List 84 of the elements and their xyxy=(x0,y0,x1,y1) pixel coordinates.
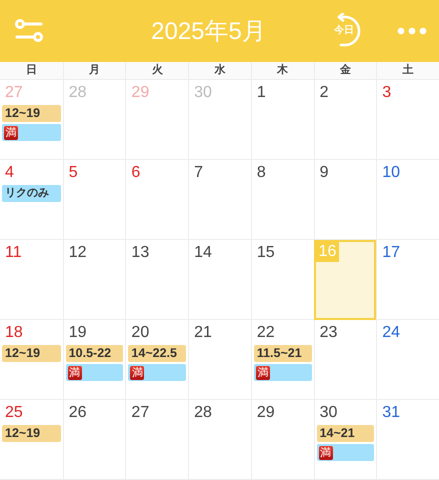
day-cell[interactable]: 14 xyxy=(188,240,251,320)
note-tag: リクのみ xyxy=(2,185,61,202)
day-number: 13 xyxy=(130,243,150,263)
day-cell[interactable]: 10 xyxy=(376,160,439,240)
weekday-label: 火 xyxy=(125,62,188,79)
day-number: 28 xyxy=(193,403,213,423)
day-number: 27 xyxy=(130,403,150,423)
shift-tag: 12~19 xyxy=(2,105,61,122)
day-cell[interactable]: 9 xyxy=(314,160,376,240)
day-cell[interactable]: 21 xyxy=(188,320,251,400)
weekday-label: 木 xyxy=(250,62,314,79)
day-number: 6 xyxy=(130,163,142,183)
day-cell[interactable]: 7 xyxy=(188,160,251,240)
day-cell[interactable]: 2 xyxy=(314,80,376,160)
shift-tag: 10.5-22 xyxy=(66,345,124,362)
day-number: 12 xyxy=(68,243,88,263)
day-cell[interactable]: 19 10.5-22 満 xyxy=(62,320,126,400)
day-cell[interactable]: 30 14~21 満 xyxy=(314,400,376,480)
shift-tag: 12~19 xyxy=(2,425,61,442)
day-cell[interactable]: 26 xyxy=(62,400,126,480)
day-number: 8 xyxy=(256,163,267,183)
day-number: 20 xyxy=(130,323,150,343)
shift-tag: 14~22.5 xyxy=(128,345,186,362)
day-number: 9 xyxy=(318,163,330,183)
day-cell[interactable]: 31 xyxy=(376,400,439,480)
day-number: 15 xyxy=(256,243,276,263)
full-badge: 満 xyxy=(68,366,82,380)
day-number: 29 xyxy=(130,83,150,103)
day-cell[interactable]: 15 xyxy=(250,240,314,320)
day-cell[interactable]: 22 11.5~21 満 xyxy=(250,320,314,400)
day-cell[interactable]: 23 xyxy=(314,320,376,400)
day-cell[interactable]: 13 xyxy=(125,240,188,320)
day-number: 25 xyxy=(4,403,24,423)
day-number: 23 xyxy=(318,323,338,343)
full-badge: 満 xyxy=(318,446,333,460)
day-number: 17 xyxy=(381,243,402,263)
day-number: 7 xyxy=(193,163,204,183)
day-number: 14 xyxy=(193,243,213,263)
day-number: 29 xyxy=(256,403,276,423)
shift-tag: 11.5~21 xyxy=(254,345,312,362)
day-cell[interactable]: 24 xyxy=(376,320,439,400)
day-cell[interactable]: 12 xyxy=(62,240,126,320)
day-cell[interactable]: 3 xyxy=(376,80,439,160)
day-cell[interactable]: 6 xyxy=(125,160,188,240)
weekday-label: 水 xyxy=(188,62,251,79)
day-cell[interactable]: 27 xyxy=(125,400,188,480)
day-number: 27 xyxy=(4,83,24,103)
day-number: 30 xyxy=(193,83,213,103)
day-number: 16 xyxy=(316,242,340,262)
day-cell[interactable]: 5 xyxy=(62,160,126,240)
day-number: 28 xyxy=(68,83,88,103)
full-badge: 満 xyxy=(4,126,18,140)
day-number: 2 xyxy=(318,83,330,103)
day-cell[interactable]: 17 xyxy=(376,240,439,320)
day-number: 31 xyxy=(381,403,402,423)
weekday-label: 土 xyxy=(376,62,439,79)
day-cell[interactable]: 1 xyxy=(250,80,314,160)
settings-icon[interactable] xyxy=(14,18,44,44)
day-cell[interactable]: 28 xyxy=(188,400,251,480)
day-number: 1 xyxy=(256,83,267,103)
day-number: 5 xyxy=(68,163,79,183)
day-number: 18 xyxy=(4,323,24,343)
day-number: 11 xyxy=(4,243,23,263)
weekday-label: 月 xyxy=(62,62,126,79)
day-number: 24 xyxy=(381,323,402,343)
weekday-label: 日 xyxy=(24,63,38,78)
more-icon[interactable] xyxy=(397,27,427,35)
full-badge: 満 xyxy=(256,366,270,380)
shift-tag: 12~19 xyxy=(2,345,61,362)
day-number: 22 xyxy=(256,323,276,343)
day-cell[interactable]: 29 xyxy=(250,400,314,480)
day-number: 26 xyxy=(68,403,88,423)
day-number: 4 xyxy=(4,163,15,183)
shift-tag: 14~21 xyxy=(316,425,374,442)
day-cell[interactable]: 20 14~22.5 満 xyxy=(125,320,188,400)
day-number: 10 xyxy=(381,163,402,183)
day-number: 3 xyxy=(381,83,392,103)
day-number: 30 xyxy=(318,403,338,423)
day-number: 21 xyxy=(193,323,213,343)
day-cell[interactable]: 8 xyxy=(250,160,314,240)
weekday-label: 金 xyxy=(314,62,376,79)
day-number: 19 xyxy=(68,323,88,343)
month-title: 2025年5月 xyxy=(151,17,266,47)
full-badge: 満 xyxy=(130,366,144,380)
